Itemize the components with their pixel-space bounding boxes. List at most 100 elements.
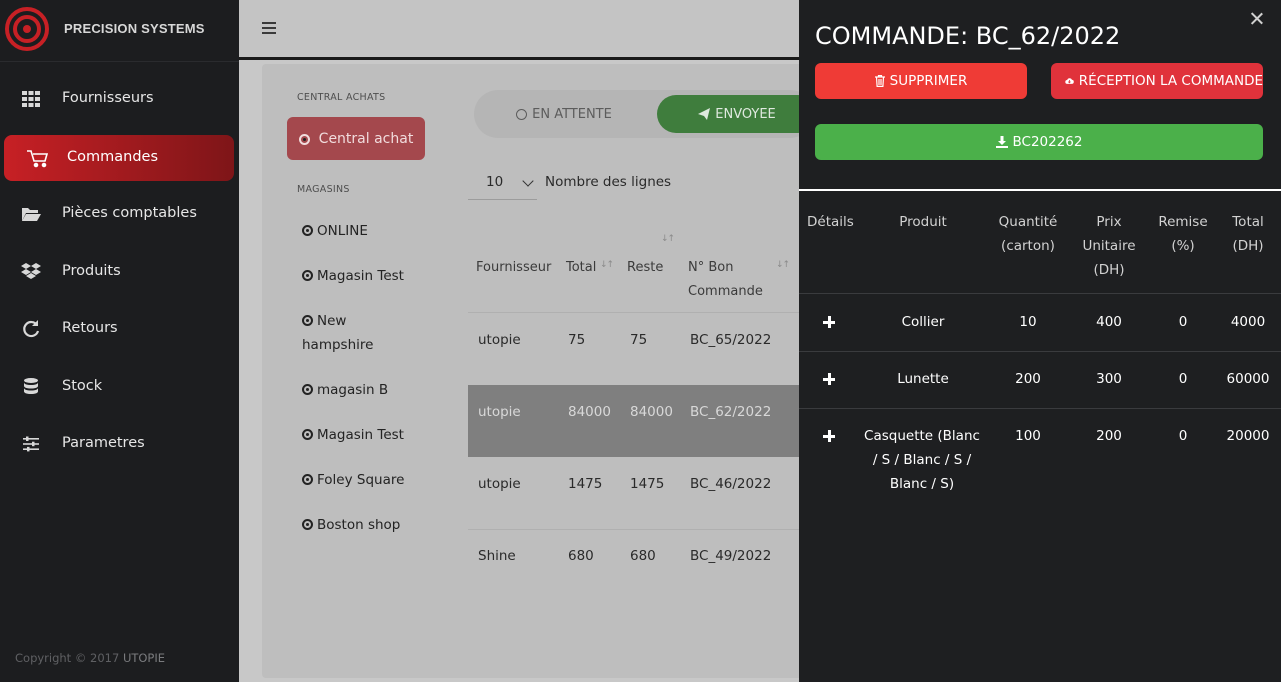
- close-icon[interactable]: [1250, 12, 1264, 26]
- table-row-selected[interactable]: utopie 84000 84000 BC_62/2022: [468, 385, 799, 457]
- cell-produit: Lunette: [897, 371, 949, 387]
- page-size-select[interactable]: 10: [468, 168, 537, 200]
- cell-fournisseur: utopie: [478, 332, 521, 348]
- sort-icon[interactable]: ↓↑: [776, 260, 790, 270]
- cell-total: 60000: [1226, 371, 1270, 387]
- sidebar-item-commandes[interactable]: Commandes: [4, 135, 234, 181]
- circle-dot-icon: [302, 225, 313, 236]
- sort-icon[interactable]: ↓↑: [661, 234, 675, 244]
- tab-envoyee[interactable]: ENVOYEE: [657, 95, 817, 133]
- download-order-button[interactable]: BC202262: [815, 124, 1263, 160]
- store-item[interactable]: Magasin Test: [302, 264, 422, 288]
- cell-quantite: 200: [1015, 371, 1041, 387]
- store-label: Magasin Test: [317, 427, 404, 443]
- clock-icon: [516, 108, 528, 120]
- store-item[interactable]: magasin B: [302, 378, 422, 402]
- sidebar-item-label: Pièces comptables: [62, 205, 197, 221]
- delete-button[interactable]: SUPPRIMER: [815, 63, 1027, 99]
- cell-bon-commande: BC_46/2022: [690, 476, 772, 492]
- plus-icon[interactable]: [823, 430, 835, 442]
- cell-fournisseur: utopie: [478, 476, 521, 492]
- circle-dot-icon: [302, 384, 313, 395]
- cell-total: 75: [568, 332, 586, 348]
- cell-quantite: 10: [1019, 314, 1037, 330]
- column-header-reste[interactable]: Reste: [627, 256, 663, 280]
- status-tabs: EN ATTENTE ENVOYEE: [474, 90, 817, 138]
- row-divider: [799, 408, 1281, 409]
- grid-icon: [22, 91, 40, 107]
- circle-dot-icon: [302, 270, 313, 281]
- delete-label: SUPPRIMER: [889, 73, 968, 89]
- row-divider: [799, 351, 1281, 352]
- page-size-label: Nombre des lignes: [545, 174, 672, 190]
- circle-dot-icon: [302, 474, 313, 485]
- store-item[interactable]: New hampshire: [302, 309, 422, 357]
- cell-fournisseur: utopie: [478, 404, 521, 420]
- cell-fournisseur: Shine: [478, 548, 516, 564]
- sidebar-item-produits[interactable]: Produits: [0, 249, 239, 295]
- cell-total: 1475: [568, 476, 603, 492]
- column-header-fournisseur[interactable]: Fournisseur: [476, 256, 551, 280]
- logo-icon: [5, 7, 49, 51]
- column-header-total: Total (DH): [1232, 214, 1264, 254]
- plus-icon[interactable]: [823, 373, 835, 385]
- store-label: ONLINE: [317, 223, 368, 239]
- column-header-prix-unitaire: Prix Unitaire (DH): [1082, 214, 1136, 278]
- circle-dot-icon: [302, 519, 313, 530]
- central-achat-button[interactable]: Central achat: [287, 117, 425, 160]
- sort-icon[interactable]: ↓↑: [600, 260, 614, 270]
- cell-produit: Casquette (Blanc / S / Blanc / S / Blanc…: [864, 428, 980, 492]
- store-label: Foley Square: [317, 472, 405, 488]
- table-row[interactable]: Shine 680 680 BC_49/2022: [468, 529, 799, 601]
- cell-reste: 75: [630, 332, 648, 348]
- sidebar-item-label: Produits: [62, 263, 121, 279]
- download-order-label: BC202262: [1012, 134, 1083, 150]
- store-item[interactable]: Foley Square: [302, 468, 422, 492]
- copyright-brand: UTOPIE: [122, 651, 166, 665]
- tab-label: EN ATTENTE: [532, 106, 612, 122]
- sidebar-item-parametres[interactable]: Parametres: [0, 421, 239, 467]
- sidebar-item-stock[interactable]: Stock: [0, 364, 239, 410]
- brand-header: PRECISION SYSTEMS: [0, 0, 239, 62]
- plus-icon[interactable]: [823, 316, 835, 328]
- sidebar: PRECISION SYSTEMS Fournisseurs Commandes…: [0, 0, 239, 682]
- column-header-bon-commande[interactable]: N° Bon Commande: [688, 256, 768, 304]
- column-header-details: Détails: [807, 214, 854, 230]
- brand-name: PRECISION SYSTEMS: [64, 21, 205, 36]
- store-label: Magasin Test: [317, 268, 404, 284]
- copyright-text: Copyright © 2017: [15, 651, 120, 665]
- drawer-divider: [799, 189, 1281, 191]
- stores-section-label: MAGASINS: [297, 184, 350, 195]
- sidebar-item-pieces-comptables[interactable]: Pièces comptables: [0, 191, 239, 237]
- cell-remise: 0: [1178, 428, 1188, 444]
- cell-total: 4000: [1230, 314, 1266, 330]
- sidebar-item-fournisseurs[interactable]: Fournisseurs: [0, 76, 239, 122]
- folder-open-icon: [22, 208, 41, 221]
- cell-produit: Collier: [901, 314, 945, 330]
- cell-prix-unitaire: 300: [1096, 371, 1122, 387]
- table-row[interactable]: utopie 75 75 BC_65/2022: [468, 313, 799, 385]
- central-achat-label: Central achat: [318, 130, 414, 147]
- sidebar-item-retours[interactable]: Retours: [0, 306, 239, 352]
- store-item[interactable]: Boston shop: [302, 513, 422, 537]
- cell-bon-commande: BC_62/2022: [690, 404, 772, 420]
- sidebar-item-label: Commandes: [67, 149, 159, 165]
- cart-icon: [27, 150, 49, 168]
- cell-reste: 680: [630, 548, 656, 564]
- tab-en-attente[interactable]: EN ATTENTE: [484, 95, 644, 133]
- table-row[interactable]: utopie 1475 1475 BC_46/2022: [468, 457, 799, 529]
- store-item[interactable]: ONLINE: [302, 219, 422, 243]
- hamburger-menu-icon[interactable]: [262, 22, 276, 34]
- store-item[interactable]: Magasin Test: [302, 423, 422, 447]
- cell-bon-commande: BC_49/2022: [690, 548, 772, 564]
- dropbox-icon: [21, 263, 41, 279]
- column-header-total[interactable]: Total: [566, 256, 596, 280]
- database-icon: [24, 378, 38, 394]
- cell-quantite: 100: [1015, 428, 1041, 444]
- cell-total: 20000: [1226, 428, 1270, 444]
- central-section-label: CENTRAL ACHATS: [297, 92, 386, 103]
- receive-order-button[interactable]: RÉCEPTION LA COMMANDE: [1051, 63, 1263, 99]
- sidebar-item-label: Parametres: [62, 435, 145, 451]
- cell-reste: 84000: [630, 404, 673, 420]
- paper-plane-icon: [698, 108, 711, 120]
